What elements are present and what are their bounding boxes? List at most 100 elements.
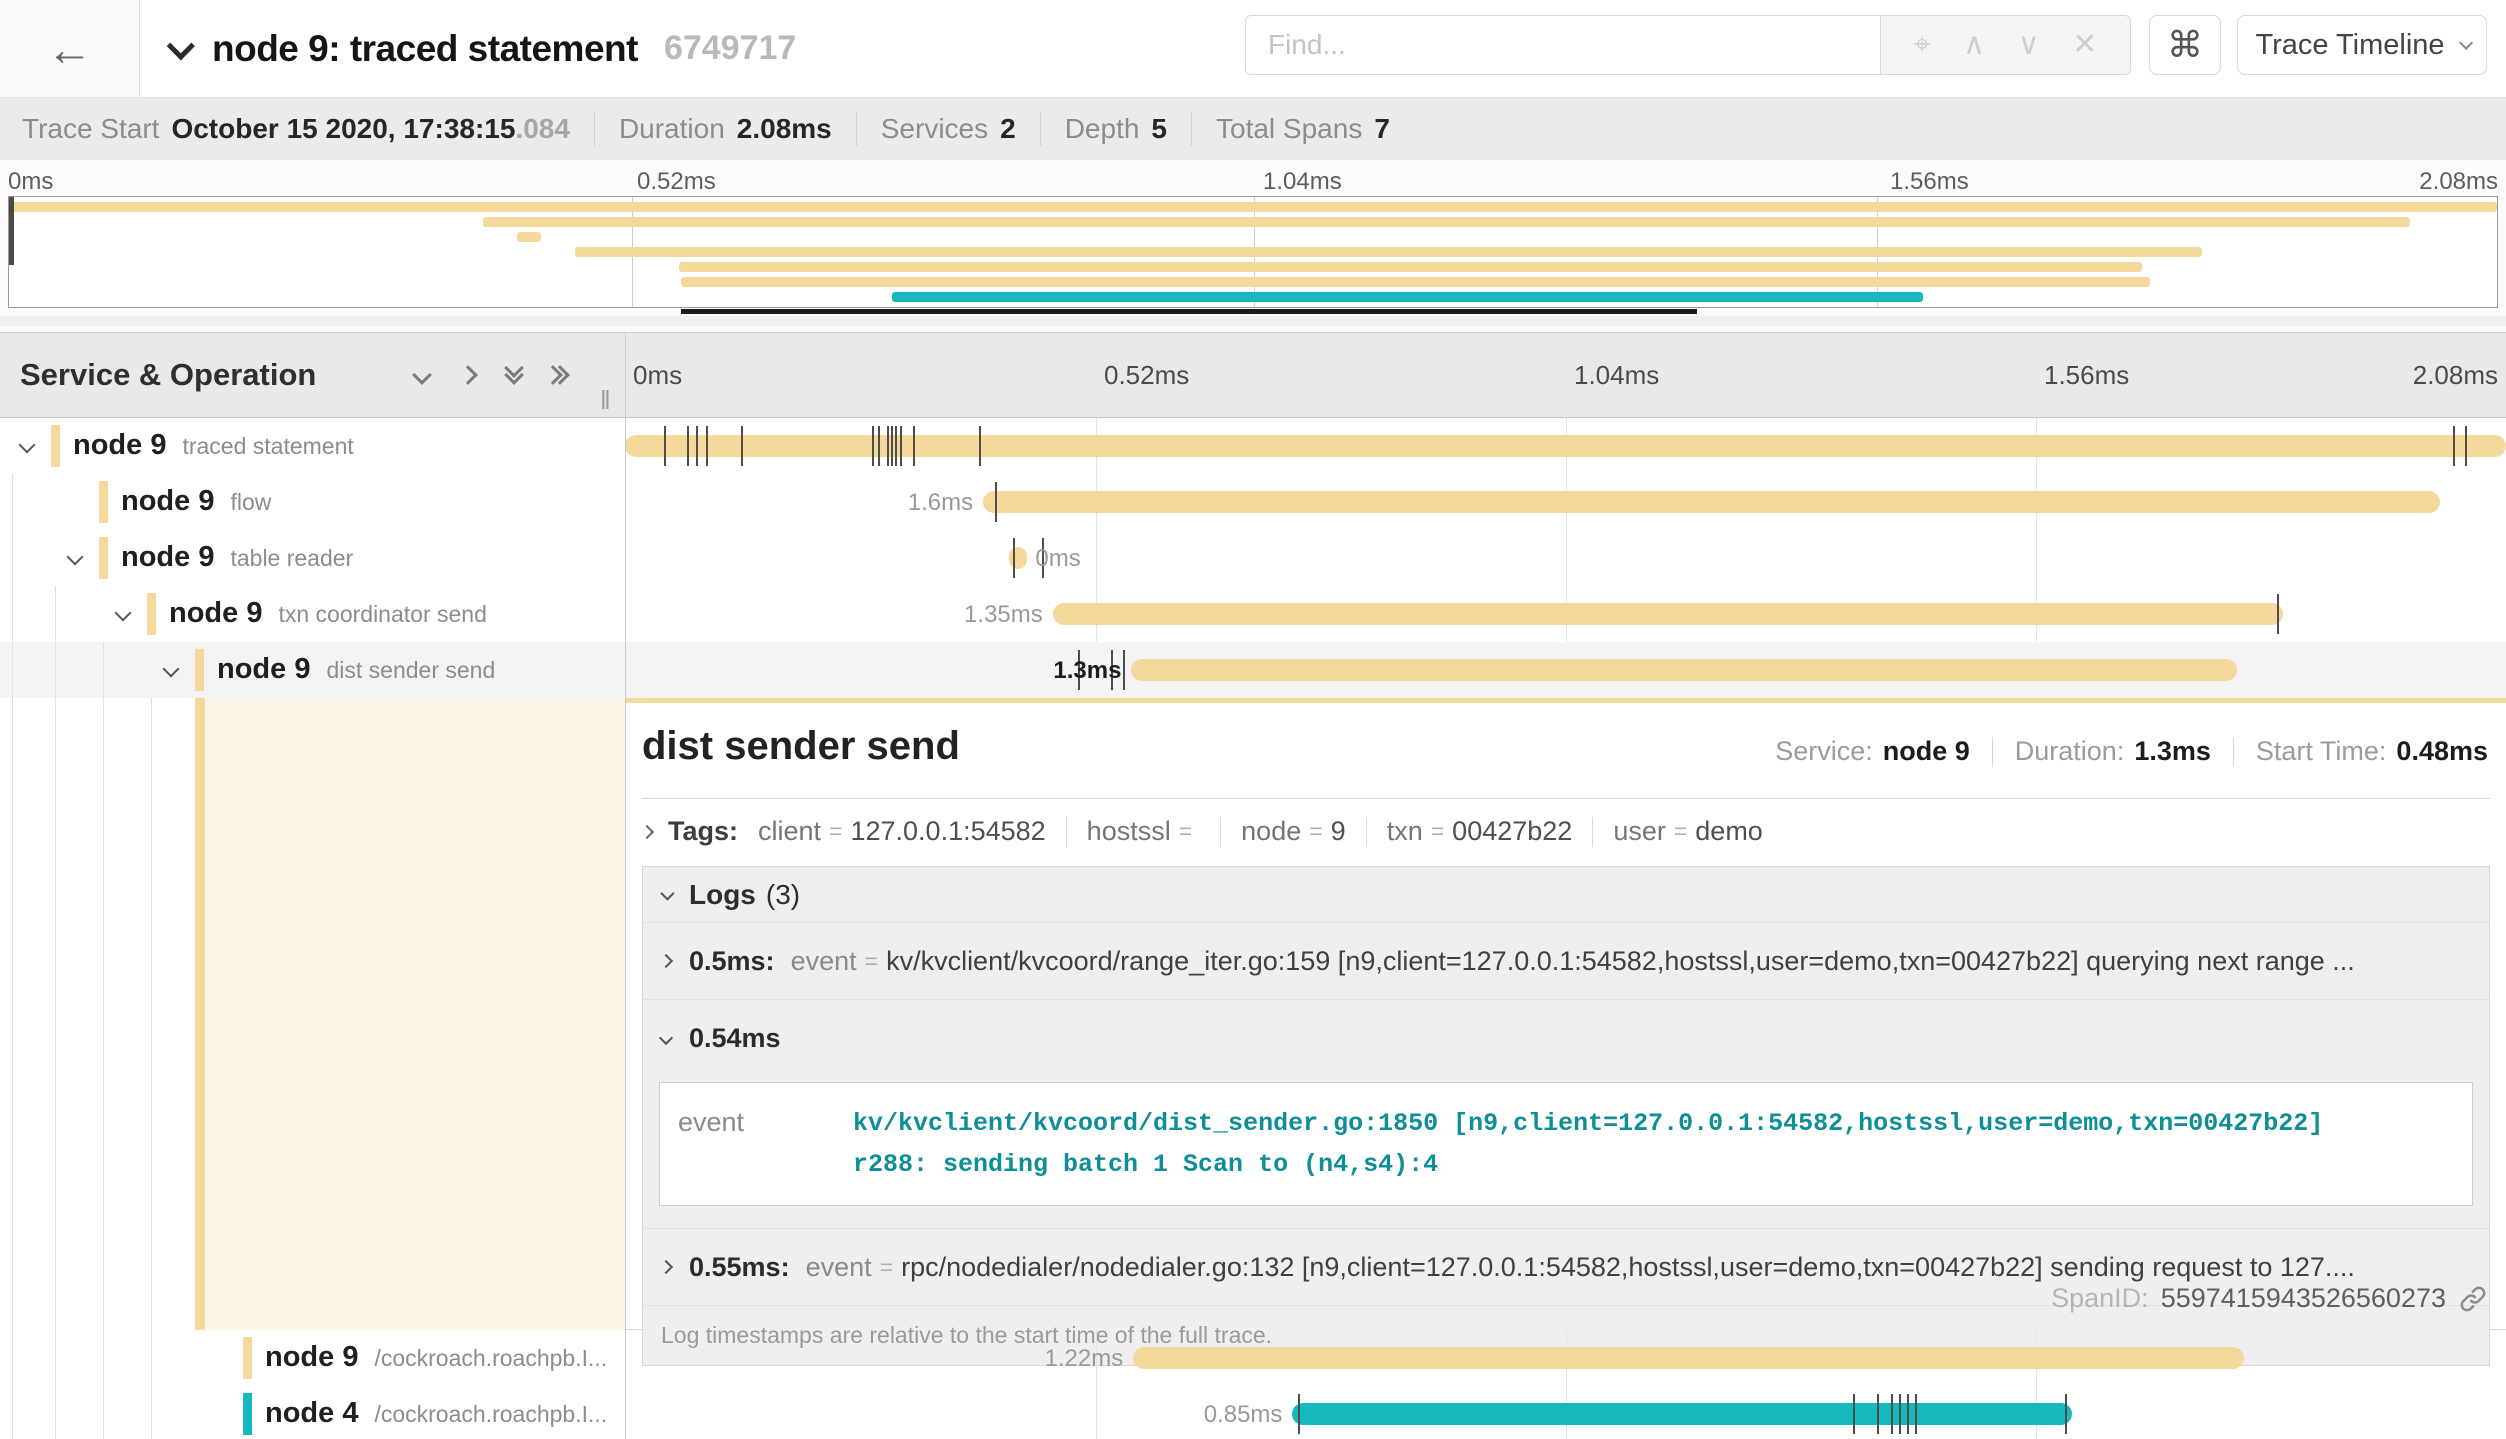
expand-chevron-icon[interactable]: [67, 549, 84, 566]
service-color-bar: [243, 1393, 252, 1435]
expand-all-icon[interactable]: [553, 368, 583, 382]
trace-view-selector[interactable]: Trace Timeline: [2237, 15, 2487, 75]
tags-row[interactable]: Tags:client=127.0.0.1:54582hostssl=node=…: [642, 816, 1763, 847]
log-marker-tick: [887, 426, 889, 466]
span-timeline-cell[interactable]: [625, 418, 2506, 474]
span-bar[interactable]: [1292, 1403, 2072, 1425]
summary-value-suffix: .084: [515, 113, 570, 145]
minimap-drag-handle[interactable]: [9, 197, 14, 265]
logs-count: (3): [766, 879, 800, 911]
summary-label: Trace Start: [22, 113, 159, 145]
link-icon[interactable]: [2458, 1284, 2488, 1314]
span-bar[interactable]: [1131, 659, 2237, 681]
operation-name: txn coordinator send: [278, 601, 486, 627]
span-timeline-cell[interactable]: 0.85ms: [625, 1386, 2506, 1439]
trace-minimap[interactable]: 0ms0.52ms1.04ms1.56ms2.08ms: [0, 160, 2506, 332]
span-row[interactable]: node 9flow 1.6ms: [0, 474, 2506, 530]
span-tree-cell[interactable]: node 9flow: [0, 474, 625, 530]
log-marker-tick: [2465, 426, 2467, 466]
collapse-all-icon[interactable]: [507, 362, 521, 388]
log-marker-tick: [741, 426, 743, 466]
log-marker-tick: [1899, 1394, 1901, 1434]
log-marker-tick: [891, 426, 893, 466]
logs-header[interactable]: Logs (3): [643, 867, 2489, 923]
span-tree-cell[interactable]: node 9dist sender send: [0, 642, 625, 698]
log-marker-tick: [664, 426, 666, 466]
tag-key: user: [1613, 816, 1666, 847]
span-tree-cell[interactable]: node 9table reader: [0, 530, 625, 586]
span-bar[interactable]: [983, 491, 2440, 513]
span-row[interactable]: node 9txn coordinator send1.35ms: [0, 586, 2506, 642]
expand-chevron-icon[interactable]: [19, 437, 36, 454]
span-tree-cell[interactable]: node 9traced statement: [0, 418, 625, 474]
summary-label: Services: [881, 113, 988, 145]
summary-value: 2: [1000, 113, 1016, 145]
summary-label: Total Spans: [1216, 113, 1362, 145]
minimap-canvas[interactable]: [8, 196, 2498, 308]
panel-divider[interactable]: [625, 332, 626, 1439]
indent-guide: [151, 1386, 152, 1439]
column-resize-handle[interactable]: ‖: [600, 385, 613, 416]
tag-key: node: [1241, 816, 1301, 847]
span-duration-label: 1.6ms: [908, 489, 973, 517]
span-color-accent-bar: [626, 698, 2506, 703]
span-timeline-cell[interactable]: 1.22ms: [625, 1330, 2506, 1386]
minimap-tick-label: 1.04ms: [1263, 168, 1342, 196]
span-timeline-cell[interactable]: 1.6ms: [625, 474, 2506, 530]
log-field-value: kv/kvclient/kvcoord/dist_sender.go:1850 …: [853, 1103, 2333, 1185]
log-marker-tick: [1123, 650, 1125, 690]
collapse-one-icon[interactable]: [412, 365, 432, 385]
span-row[interactable]: node 9traced statement: [0, 418, 2506, 474]
expand-chevron-icon[interactable]: [115, 605, 132, 622]
service-name: node 9traced statement: [73, 429, 354, 462]
locate-icon[interactable]: ⌖: [1914, 30, 1931, 60]
span-row[interactable]: node 9table reader0ms: [0, 530, 2506, 586]
span-timeline-cell[interactable]: 0ms: [625, 530, 2506, 586]
meta-value: 1.3ms: [2134, 736, 2211, 767]
span-tree-cell[interactable]: node 9txn coordinator send: [0, 586, 625, 642]
log-timestamp: 0.54ms: [689, 1023, 781, 1054]
log-key: event: [806, 1252, 872, 1283]
indent-guide: [12, 1330, 13, 1386]
span-tree-cell[interactable]: node 9/cockroach.roachpb.I...: [0, 1330, 625, 1386]
keyboard-shortcuts-button[interactable]: ⌘: [2149, 15, 2221, 75]
log-marker-tick: [687, 426, 689, 466]
meta-label: Service:: [1775, 736, 1873, 767]
meta-value: node 9: [1883, 736, 1970, 767]
log-entry-line[interactable]: 0.5ms:event=kv/kvclient/kvcoord/range_it…: [643, 923, 2489, 999]
span-tree-cell[interactable]: node 4/cockroach.roachpb.I...: [0, 1386, 625, 1439]
separator: [1040, 112, 1041, 146]
span-row[interactable]: node 9dist sender send1.3ms: [0, 642, 2506, 698]
expand-chevron-icon[interactable]: [163, 661, 180, 678]
log-marker-tick: [696, 426, 698, 466]
span-bar[interactable]: [1133, 1347, 2244, 1369]
log-marker-tick: [2277, 594, 2279, 634]
jaeger-trace-view: ← node 9: traced statement 6749717 ⌖ ∧ ∨…: [0, 0, 2506, 1439]
find-clear-icon[interactable]: ✕: [2072, 30, 2097, 60]
indent-guide: [103, 1386, 104, 1439]
log-marker-tick: [706, 426, 708, 466]
span-timeline-cell[interactable]: 1.35ms: [625, 586, 2506, 642]
top-bar: ← node 9: traced statement 6749717 ⌖ ∧ ∨…: [0, 0, 2506, 97]
span-bar[interactable]: [1053, 603, 2283, 625]
log-entry-line[interactable]: 0.54ms: [643, 1000, 2489, 1076]
span-bar[interactable]: [625, 435, 2506, 457]
find-prev-icon[interactable]: ∧: [1963, 30, 1985, 60]
tag-key: client: [758, 816, 821, 847]
indent-guide: [12, 642, 13, 698]
back-button[interactable]: ←: [0, 0, 140, 97]
timeline-tick-label: 2.08ms: [2413, 333, 2498, 417]
service-color-bar: [195, 649, 204, 691]
expand-one-icon[interactable]: [458, 365, 478, 385]
equals-sign: =: [865, 948, 878, 975]
minimap-viewport-indicator[interactable]: [681, 309, 1697, 314]
find-next-icon[interactable]: ∨: [2018, 30, 2040, 60]
collapse-trace-chevron-icon[interactable]: [167, 32, 195, 60]
span-row[interactable]: node 4/cockroach.roachpb.I...0.85ms: [0, 1386, 2506, 1439]
find-input[interactable]: [1245, 15, 1881, 75]
span-id-row: SpanID: 5597415943526560273: [2051, 1283, 2488, 1314]
span-row[interactable]: node 9/cockroach.roachpb.I...1.22ms: [0, 1330, 2506, 1386]
span-timeline-cell[interactable]: 1.3ms: [625, 642, 2506, 698]
summary-value: 2.08ms: [737, 113, 832, 145]
minimap-span-bar: [483, 217, 2410, 227]
